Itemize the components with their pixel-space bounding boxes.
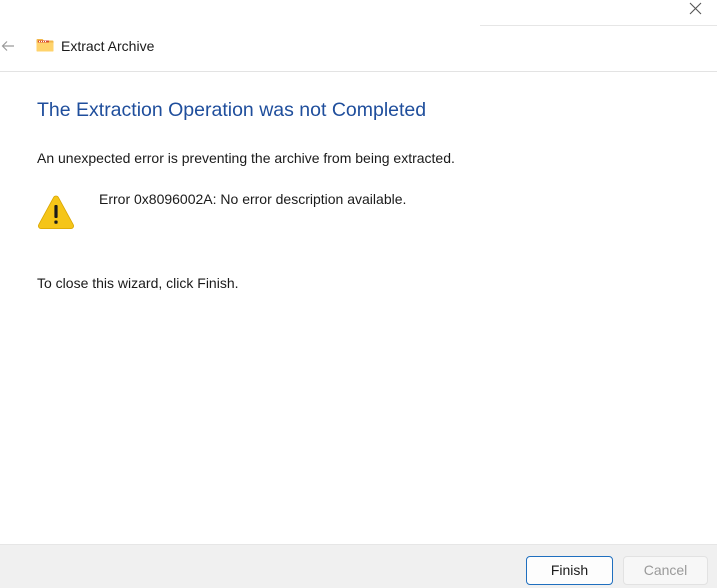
button-bar: Finish Cancel — [0, 544, 717, 588]
back-button[interactable] — [0, 37, 16, 55]
back-arrow-icon — [1, 41, 14, 51]
finish-button[interactable]: Finish — [526, 556, 613, 585]
page-title: The Extraction Operation was not Complet… — [37, 99, 427, 121]
close-icon — [689, 2, 702, 15]
title-bar-divider — [480, 25, 717, 26]
error-code-text: Error 0x8096002A: No error description a… — [99, 191, 407, 207]
close-instructions: To close this wizard, click Finish. — [37, 275, 239, 291]
title-bar — [0, 0, 717, 26]
zip-folder-icon — [36, 39, 54, 52]
wizard-header: Extract Archive — [0, 30, 717, 70]
extract-archive-wizard: Extract Archive The Extraction Operation… — [0, 0, 717, 588]
header-divider — [0, 71, 717, 72]
warning-icon — [38, 195, 74, 229]
cancel-button[interactable]: Cancel — [623, 556, 708, 585]
window-title: Extract Archive — [61, 38, 155, 54]
close-button[interactable] — [681, 0, 709, 18]
error-message: An unexpected error is preventing the ar… — [37, 150, 455, 166]
